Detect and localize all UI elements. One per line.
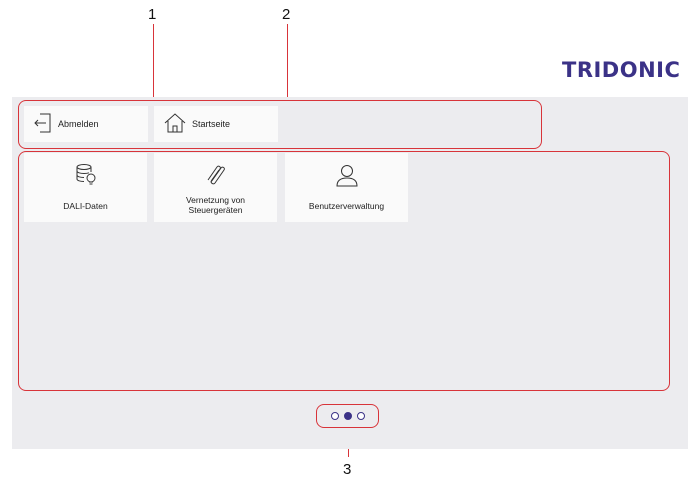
annotation-box-1 [18,100,542,149]
callout-number-1: 1 [148,6,157,23]
page-dot-1[interactable] [331,412,339,420]
callout-line-1 [153,24,154,102]
page-dot-2[interactable] [344,412,352,420]
page-dot-3[interactable] [357,412,365,420]
callout-number-3: 3 [343,461,352,478]
callout-number-2: 2 [282,6,291,23]
annotation-box-2 [18,151,670,391]
brand-logo: TRIDONIC [562,58,681,82]
